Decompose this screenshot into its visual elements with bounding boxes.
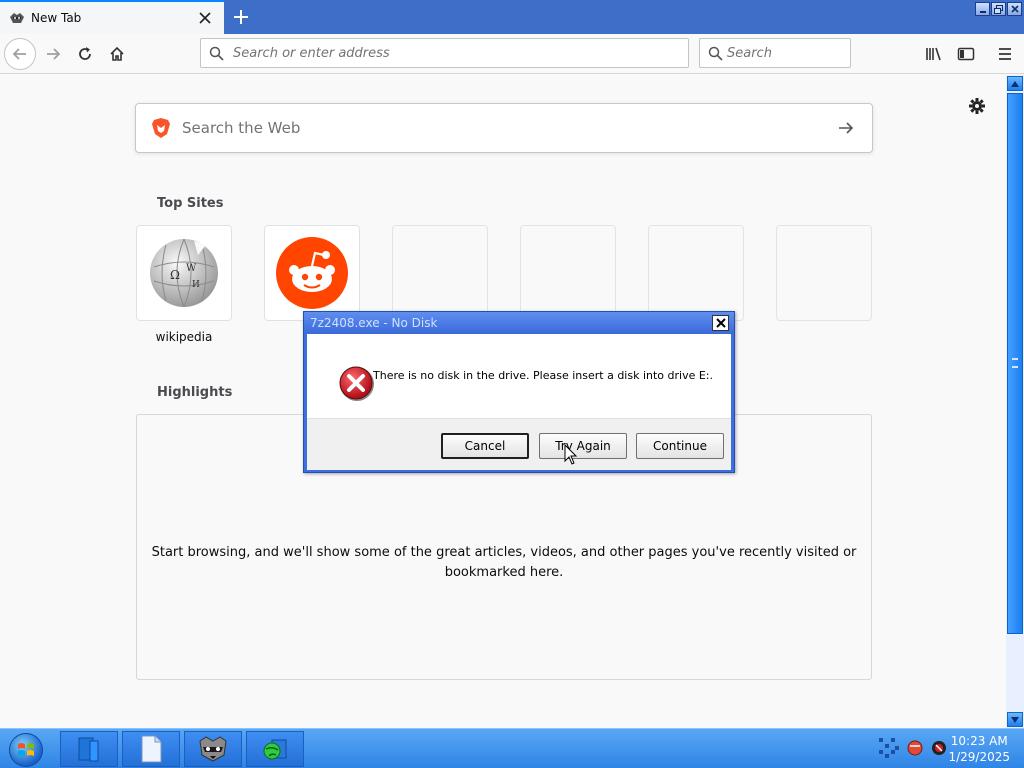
search-input[interactable]	[727, 45, 897, 61]
search-icon	[708, 46, 723, 61]
tab-close-icon[interactable]	[192, 5, 218, 31]
forward-button[interactable]	[37, 38, 69, 70]
taskbar: 10:23 AM 1/29/2025	[0, 728, 1024, 768]
reload-icon	[79, 47, 91, 60]
scroll-down-icon[interactable]	[1007, 712, 1023, 727]
back-button[interactable]	[4, 38, 36, 70]
taskbar-browser[interactable]	[184, 731, 242, 767]
restore-icon[interactable]	[991, 2, 1006, 16]
windows-logo-icon	[18, 743, 34, 756]
svg-text:W: W	[186, 263, 197, 274]
scroll-up-icon[interactable]	[1007, 76, 1023, 91]
dialog-title: 7z2408.exe - No Disk	[310, 316, 438, 330]
window-controls	[975, 2, 1022, 16]
arrow-right-icon[interactable]	[826, 108, 866, 148]
top-site-empty	[648, 225, 744, 321]
new-tab-button[interactable]	[228, 4, 254, 30]
address-bar[interactable]	[200, 38, 689, 68]
raccoon-icon	[9, 10, 25, 26]
continue-button[interactable]: Continue	[636, 433, 724, 459]
dialog-close-icon[interactable]	[712, 315, 729, 331]
mouse-cursor-icon	[564, 444, 578, 465]
no-disk-dialog: 7z2408.exe - No Disk There is no disk in…	[303, 311, 735, 473]
library-icon	[926, 47, 941, 61]
search-bar[interactable]	[699, 38, 897, 68]
web-search-input[interactable]	[182, 119, 826, 137]
svg-text:Ω: Ω	[170, 268, 180, 282]
top-site-label: wikipedia	[155, 330, 213, 344]
clock-date: 1/29/2025	[948, 750, 1010, 764]
browser-titlebar: New Tab	[0, 0, 1024, 34]
top-site-wikipedia[interactable]: Ω W И	[136, 225, 232, 321]
cancel-button[interactable]: Cancel	[441, 433, 529, 459]
tab-title: New Tab	[31, 11, 82, 25]
file-explorer-icon	[78, 737, 99, 762]
taskbar-app[interactable]	[246, 731, 304, 767]
menu-button[interactable]	[989, 38, 1021, 70]
address-input[interactable]	[233, 45, 688, 61]
hamburger-menu-icon	[999, 48, 1011, 60]
home-button[interactable]	[101, 38, 133, 70]
clock-time: 10:23 AM	[950, 734, 1008, 748]
dialog-body: There is no disk in the drive. Please in…	[307, 334, 731, 418]
error-icon	[339, 366, 374, 401]
start-button[interactable]	[9, 733, 43, 767]
sidebar-icon	[957, 47, 975, 61]
forward-arrow-icon	[47, 48, 61, 60]
svg-text:И: И	[192, 280, 200, 290]
reload-button[interactable]	[69, 38, 101, 70]
dialog-message: There is no disk in the drive. Please in…	[373, 369, 714, 382]
top-sites-heading: Top Sites	[157, 196, 224, 211]
brave-lion-icon	[152, 118, 170, 138]
dialog-button-row: Cancel Try Again Continue	[307, 418, 731, 470]
gear-icon[interactable]	[966, 95, 988, 117]
highlights-empty-message: Start browsing, and we'll show some of t…	[151, 545, 857, 580]
taskbar-notepad[interactable]	[122, 731, 180, 767]
wikipedia-icon: Ω W И	[150, 238, 218, 308]
home-icon	[110, 46, 124, 61]
library-button[interactable]	[918, 38, 950, 70]
navigation-toolbar	[0, 34, 1024, 74]
highlights-heading: Highlights	[157, 385, 233, 400]
close-window-icon[interactable]	[1007, 2, 1022, 16]
top-site-empty	[392, 225, 488, 321]
system-tray	[878, 737, 948, 759]
search-icon	[209, 46, 229, 61]
vertical-scrollbar[interactable]	[1006, 75, 1024, 728]
sidebar-toggle-button[interactable]	[950, 38, 982, 70]
taskbar-file-explorer[interactable]	[60, 731, 118, 767]
top-site-empty	[520, 225, 616, 321]
tray-app-icon[interactable]	[906, 739, 924, 757]
dialog-titlebar[interactable]: 7z2408.exe - No Disk	[304, 312, 734, 334]
try-again-button[interactable]: Try Again	[539, 433, 627, 459]
firefox-raccoon-icon	[199, 736, 227, 762]
top-site-reddit[interactable]	[264, 225, 360, 321]
app-globe-icon	[263, 739, 287, 760]
top-site-empty	[776, 225, 872, 321]
scrollbar-thumb[interactable]	[1007, 93, 1023, 634]
system-clock[interactable]: 10:23 AM 1/29/2025	[948, 733, 1010, 765]
tab-new-tab[interactable]: New Tab	[0, 0, 224, 34]
volume-muted-icon[interactable]	[930, 739, 948, 757]
notepad-icon	[141, 735, 162, 763]
back-arrow-icon	[12, 48, 26, 60]
network-icon[interactable]	[878, 737, 900, 759]
web-search-box[interactable]	[135, 103, 873, 153]
minimize-icon[interactable]	[975, 2, 990, 16]
reddit-icon	[276, 237, 348, 309]
